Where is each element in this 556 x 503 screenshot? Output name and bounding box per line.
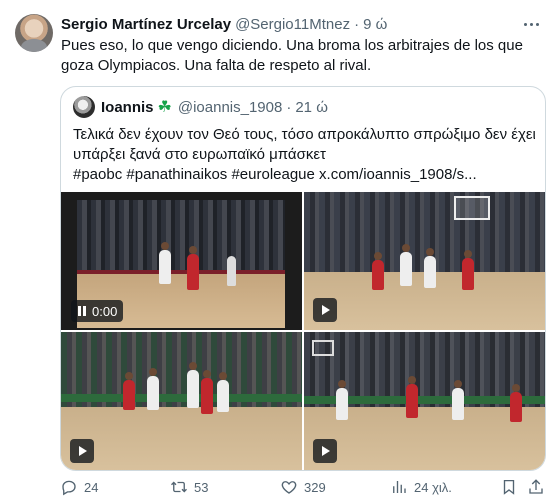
reply-count: 24: [84, 479, 99, 495]
tweet-actions: 24 53 329 24 χιλ.: [60, 474, 544, 500]
quoted-author-name[interactable]: Ioannis: [101, 99, 154, 116]
like-count: 329: [304, 479, 326, 495]
quoted-author-avatar[interactable]: [73, 96, 95, 118]
bookmark-icon: [503, 479, 515, 495]
quoted-text-line: υπάρξει ξανά στο ευρωπαϊκό μπάσκετ: [73, 146, 326, 163]
video-time: 0:00: [92, 303, 118, 319]
heart-icon: [281, 481, 297, 494]
video-thumbnail: [61, 332, 302, 470]
separator-dot: ·: [286, 98, 292, 116]
quoted-author-handle[interactable]: @ioannis_1908: [178, 99, 282, 116]
video-3[interactable]: [61, 332, 302, 470]
play-icon[interactable]: [70, 439, 94, 463]
quoted-text-line: #paobc #panathinaikos #euroleague x.com/…: [73, 166, 477, 183]
media-grid: 0:00: [61, 192, 545, 470]
tweet-text: Pues eso, lo que vengo diciendo. Una bro…: [61, 37, 523, 74]
author-avatar[interactable]: [15, 14, 53, 52]
retweet-count: 53: [194, 479, 209, 495]
reply-button[interactable]: 24: [60, 474, 98, 500]
view-count: 24 χιλ.: [414, 479, 452, 495]
tweet-header: Sergio Martínez Urcelay @Sergio11Mtnez ·…: [61, 14, 387, 34]
share-icon: [529, 479, 543, 494]
clover-icon: ☘: [157, 99, 172, 116]
video-thumbnail: [304, 192, 545, 330]
quoted-tweet-header: Ioannis ☘ @ioannis_1908 · 21 ώ: [73, 96, 328, 118]
retweet-button[interactable]: 53: [170, 474, 208, 500]
video-4[interactable]: [304, 332, 545, 470]
reply-icon: [62, 480, 76, 496]
author-handle[interactable]: @Sergio11Mtnez: [235, 16, 350, 33]
quoted-text-line: Τελικά δεν έχουν τον Θεό τους, τόσο απρο…: [73, 126, 535, 143]
tweet-time[interactable]: 9 ώ: [363, 16, 387, 33]
quoted-tweet-text: Τελικά δεν έχουν τον Θεό τους, τόσο απρο…: [73, 125, 535, 185]
pause-icon: [78, 306, 86, 316]
video-1[interactable]: 0:00: [61, 192, 302, 330]
video-pause-control[interactable]: 0:00: [71, 300, 124, 322]
video-2[interactable]: [304, 192, 545, 330]
share-button[interactable]: [527, 474, 545, 500]
quoted-tweet[interactable]: Ioannis ☘ @ioannis_1908 · 21 ώ Τελικά δε…: [60, 86, 546, 471]
video-thumbnail: [304, 332, 545, 470]
more-options-icon[interactable]: [522, 14, 542, 34]
like-button[interactable]: 329: [280, 474, 326, 500]
bookmark-button[interactable]: [500, 474, 518, 500]
quoted-tweet-time[interactable]: 21 ώ: [295, 99, 328, 116]
analytics-icon: [393, 481, 406, 493]
tweet[interactable]: Sergio Martínez Urcelay @Sergio11Mtnez ·…: [0, 0, 556, 503]
play-icon[interactable]: [313, 439, 337, 463]
separator-dot: ·: [354, 15, 360, 33]
views-button[interactable]: 24 χιλ.: [390, 474, 452, 500]
play-icon[interactable]: [313, 298, 337, 322]
retweet-icon: [171, 481, 187, 493]
author-name[interactable]: Sergio Martínez Urcelay: [61, 16, 231, 33]
